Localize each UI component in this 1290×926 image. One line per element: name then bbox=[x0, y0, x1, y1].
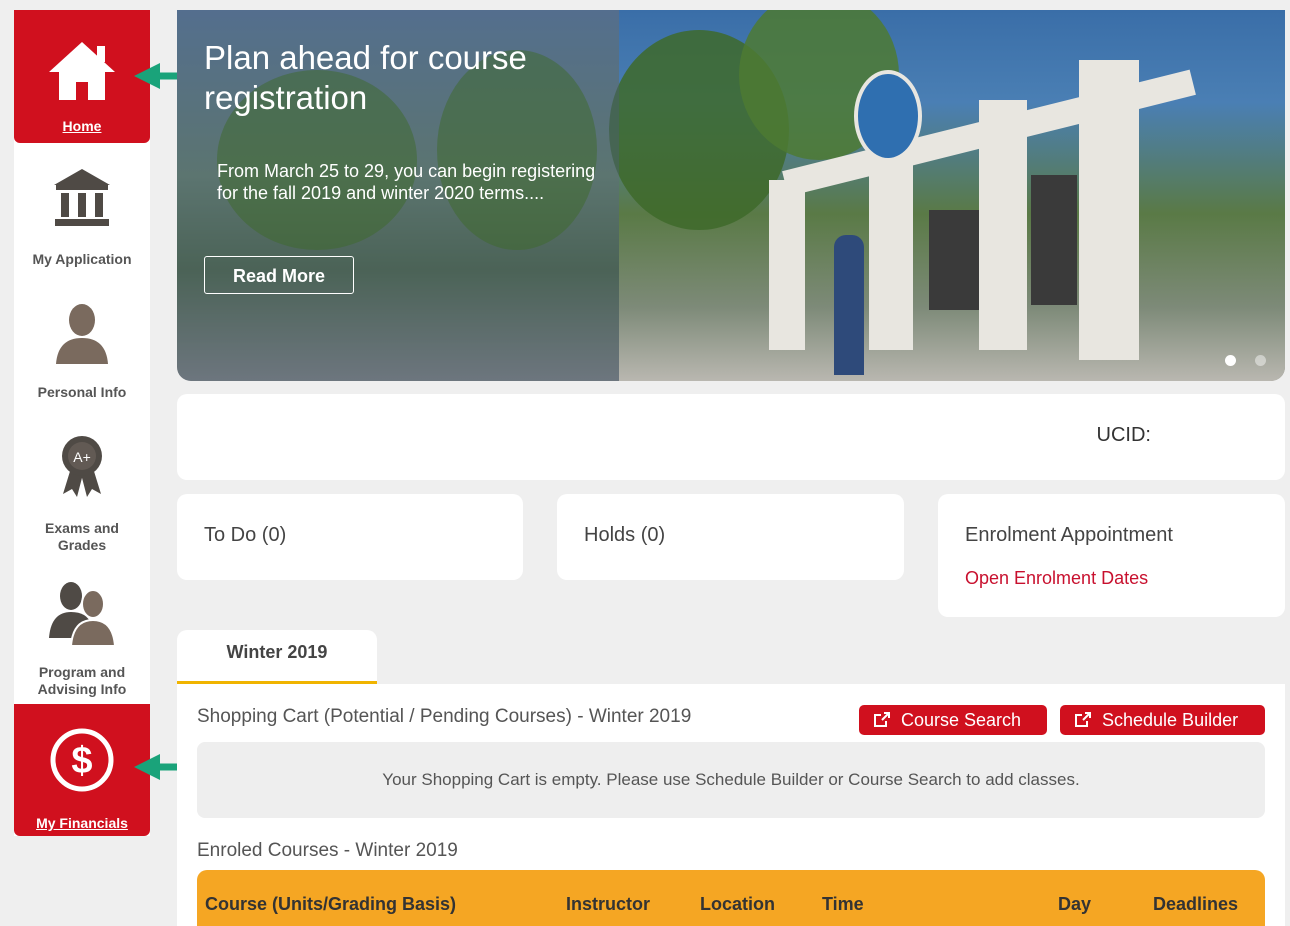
sidebar-item-label-line1: Exams and bbox=[45, 520, 119, 536]
enrolled-courses-title: Enroled Courses - Winter 2019 bbox=[197, 840, 458, 861]
column-header-location: Location bbox=[700, 894, 775, 914]
svg-text:A+: A+ bbox=[73, 449, 91, 465]
todo-card[interactable]: To Do (0) bbox=[177, 494, 523, 580]
external-link-icon bbox=[1075, 712, 1091, 727]
carousel-dot-1[interactable] bbox=[1225, 355, 1236, 366]
read-more-button[interactable]: Read More bbox=[204, 256, 354, 294]
bank-icon bbox=[54, 169, 110, 226]
person-icon bbox=[56, 304, 108, 364]
banner-title: Plan ahead for course registration bbox=[204, 39, 527, 116]
course-search-button[interactable]: Course Search bbox=[859, 705, 1047, 735]
banner-text: From March 25 to 29, you can begin regis… bbox=[217, 161, 596, 203]
tab-winter-2019[interactable]: Winter 2019 bbox=[177, 630, 377, 684]
sidebar-item-label-line1: Program and bbox=[38, 664, 126, 680]
todo-title: To Do (0) bbox=[204, 524, 287, 546]
campus-photo bbox=[609, 10, 1285, 381]
column-header-time: Time bbox=[822, 894, 864, 914]
external-link-icon bbox=[874, 712, 890, 727]
sidebar-nav: Home My Application Personal Info A+ Exa… bbox=[14, 10, 150, 836]
shopping-cart-title: Shopping Cart (Potential / Pending Cours… bbox=[197, 706, 692, 727]
news-carousel-banner[interactable]: Plan ahead for course registration From … bbox=[177, 10, 1285, 381]
sidebar-item-label: Personal Info bbox=[37, 384, 127, 400]
sidebar-item-label: Home bbox=[62, 118, 102, 134]
home-icon bbox=[49, 42, 115, 100]
column-header-instructor: Instructor bbox=[566, 894, 651, 914]
dollar-circle-icon: $ bbox=[50, 728, 114, 792]
sidebar-item-my-application[interactable]: My Application bbox=[14, 160, 150, 278]
people-icon bbox=[49, 582, 117, 646]
sidebar-item-label-line2: Advising Info bbox=[37, 681, 127, 697]
award-ribbon-icon: A+ bbox=[62, 436, 102, 497]
sidebar-item-program-advising[interactable]: Program and Advising Info bbox=[14, 578, 150, 700]
holds-title: Holds (0) bbox=[584, 524, 666, 546]
course-search-label: Course Search bbox=[901, 710, 1022, 730]
column-header-day: Day bbox=[1058, 894, 1092, 914]
carousel-dot-2[interactable] bbox=[1255, 355, 1266, 366]
column-header-deadlines: Deadlines bbox=[1153, 894, 1239, 914]
schedule-builder-button[interactable]: Schedule Builder bbox=[1060, 705, 1265, 735]
svg-text:$: $ bbox=[71, 740, 92, 782]
enrolled-courses-table-header: Course (Units/Grading Basis) Instructor … bbox=[197, 870, 1265, 926]
sidebar-item-label-line2: Grades bbox=[57, 537, 107, 553]
sidebar-item-label: My Financials bbox=[36, 815, 128, 831]
holds-card[interactable]: Holds (0) bbox=[557, 494, 904, 580]
schedule-builder-label: Schedule Builder bbox=[1102, 710, 1239, 730]
sidebar-item-label: My Application bbox=[32, 251, 132, 267]
sidebar-item-exams-grades[interactable]: A+ Exams and Grades bbox=[14, 432, 150, 553]
open-enrolment-dates-link[interactable]: Open Enrolment Dates bbox=[965, 568, 1148, 589]
shopping-cart-empty-message: Your Shopping Cart is empty. Please use … bbox=[197, 742, 1265, 818]
sidebar-item-personal-info[interactable]: Personal Info bbox=[14, 298, 150, 408]
enrolment-title: Enrolment Appointment bbox=[965, 524, 1173, 546]
column-header-course: Course (Units/Grading Basis) bbox=[205, 894, 457, 914]
term-panel: Shopping Cart (Potential / Pending Cours… bbox=[177, 684, 1285, 926]
ucid-label: UCID: bbox=[1096, 424, 1151, 446]
enrolment-appointment-card: Enrolment Appointment Open Enrolment Dat… bbox=[938, 494, 1285, 617]
user-info-card: UCID: bbox=[177, 394, 1285, 480]
